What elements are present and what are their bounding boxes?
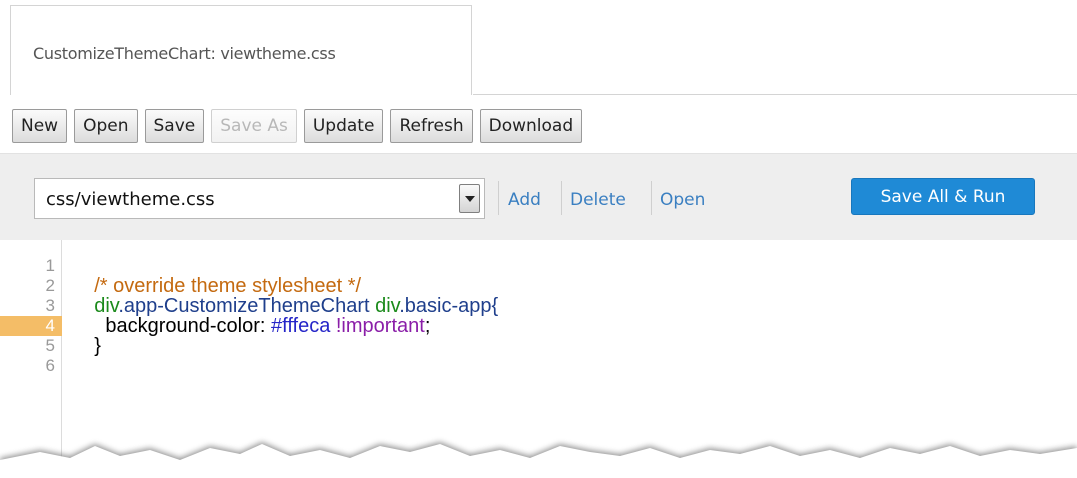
tab-strip-baseline <box>473 94 1077 95</box>
tab-strip: CustomizeThemeChart: viewtheme.css <box>0 0 1077 95</box>
save-all-run-button[interactable]: Save All & Run <box>851 178 1035 215</box>
file-toolbar: New Open Save Save As Update Refresh Dow… <box>12 109 583 143</box>
code-line: div.app-CustomizeThemeChart div.basic-ap… <box>72 276 498 316</box>
file-bar: css/viewtheme.css Add Delete Open Save A… <box>0 154 1077 240</box>
line-number: 6 <box>45 356 55 375</box>
code-token: } <box>94 335 101 357</box>
file-select[interactable]: css/viewtheme.css <box>34 178 485 219</box>
dropdown-arrow-icon[interactable] <box>459 184 480 213</box>
torn-edge <box>0 442 1077 478</box>
save-button[interactable]: Save <box>144 109 205 143</box>
code-line: /* override theme stylesheet */ <box>72 256 361 296</box>
link-separator <box>498 181 499 215</box>
open-button[interactable]: Open <box>74 109 138 143</box>
line-number: 3 <box>45 296 55 315</box>
refresh-button[interactable]: Refresh <box>390 109 473 143</box>
file-select-value: css/viewtheme.css <box>46 189 215 210</box>
tab-viewtheme-css[interactable]: CustomizeThemeChart: viewtheme.css <box>10 5 472 95</box>
link-separator <box>561 181 562 215</box>
active-line-number: 4 <box>0 316 62 336</box>
line-number: 5 <box>45 336 55 355</box>
link-separator <box>651 181 652 215</box>
download-button[interactable]: Download <box>479 109 583 143</box>
code-token: !important <box>335 315 425 337</box>
add-file-link[interactable]: Add <box>508 190 541 210</box>
delete-file-link[interactable]: Delete <box>570 190 626 210</box>
tab-title: CustomizeThemeChart: viewtheme.css <box>33 44 336 63</box>
code-token: #fffeca <box>271 315 336 337</box>
torn-edge-paper <box>0 444 1077 478</box>
new-button[interactable]: New <box>12 109 68 143</box>
code-token: background-color: <box>94 315 271 337</box>
save-as-button: Save As <box>211 109 297 143</box>
update-button[interactable]: Update <box>303 109 384 143</box>
code-line: background-color: #fffeca !important; <box>72 296 430 336</box>
code-token: ; <box>424 315 431 337</box>
line-number: 2 <box>45 276 55 295</box>
open-file-link[interactable]: Open <box>660 190 705 210</box>
line-number: 1 <box>45 256 55 275</box>
code-line: } <box>72 316 101 356</box>
